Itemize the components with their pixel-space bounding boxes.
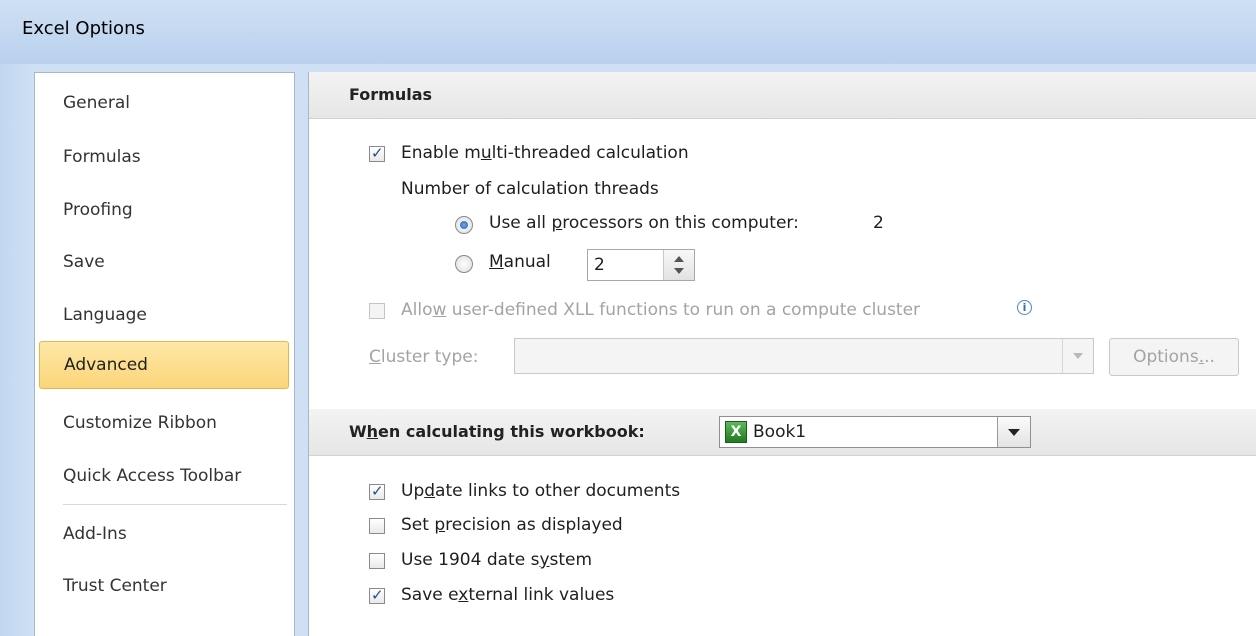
workbook-dropdown-value: Book1: [753, 422, 807, 442]
spinner-buttons[interactable]: [663, 250, 694, 280]
xll-cluster-checkbox[interactable]: [369, 303, 385, 319]
save-external-links-checkbox[interactable]: [369, 586, 385, 604]
advanced-options-panel: Formulas Enable multi-threaded calculati…: [308, 72, 1256, 636]
threads-label: Number of calculation threads: [401, 179, 659, 199]
multithread-label[interactable]: Enable multi-threaded calculation: [401, 143, 689, 163]
multithread-checkbox[interactable]: [369, 144, 385, 162]
cluster-type-label: Cluster type:: [369, 347, 479, 367]
nav-item-save[interactable]: Save: [63, 252, 105, 272]
manual-threads-spinner[interactable]: 2: [587, 249, 695, 281]
precision-as-displayed-checkbox[interactable]: [369, 518, 385, 534]
workbook-dropdown[interactable]: X Book1: [719, 416, 1031, 448]
manual-threads-label[interactable]: Manual: [489, 252, 551, 272]
formulas-section-header: Formulas: [309, 72, 1256, 119]
update-links-label[interactable]: Update links to other documents: [401, 481, 680, 501]
window-title: Excel Options: [22, 18, 145, 39]
title-bar: Excel Options: [0, 0, 1256, 65]
nav-item-language[interactable]: Language: [63, 305, 147, 325]
chevron-down-icon[interactable]: [1062, 339, 1093, 373]
formulas-section-title: Formulas: [349, 85, 433, 104]
nav-item-quick-access-toolbar[interactable]: Quick Access Toolbar: [63, 466, 241, 486]
manual-threads-value[interactable]: 2: [594, 255, 605, 275]
spin-up-icon[interactable]: [674, 256, 684, 262]
window-frame-left: [0, 64, 34, 636]
use-all-processors-radio[interactable]: [455, 216, 473, 234]
info-icon[interactable]: i: [1017, 300, 1032, 315]
nav-item-add-ins[interactable]: Add-Ins: [63, 524, 127, 544]
manual-threads-radio[interactable]: [455, 255, 473, 273]
excel-workbook-icon: X: [725, 421, 747, 443]
cluster-type-dropdown[interactable]: [514, 338, 1094, 374]
update-links-checkbox[interactable]: [369, 482, 385, 500]
spin-down-icon[interactable]: [674, 268, 684, 274]
workbook-section-title: When calculating this workbook:: [349, 422, 645, 441]
processor-count: 2: [873, 213, 884, 233]
dropdown-arrow-icon[interactable]: [997, 417, 1030, 447]
nav-item-formulas[interactable]: Formulas: [63, 147, 141, 167]
save-external-links-label[interactable]: Save external link values: [401, 585, 614, 605]
use-all-processors-label[interactable]: Use all processors on this computer:: [489, 213, 799, 233]
cluster-options-button[interactable]: Options...: [1109, 338, 1239, 376]
nav-item-general[interactable]: General: [63, 93, 130, 113]
nav-divider: [63, 504, 287, 505]
nav-item-proofing[interactable]: Proofing: [63, 200, 133, 220]
nav-item-customize-ribbon[interactable]: Customize Ribbon: [63, 413, 217, 433]
precision-as-displayed-label[interactable]: Set precision as displayed: [401, 515, 623, 535]
date-system-1904-checkbox[interactable]: [369, 553, 385, 569]
options-nav: General Formulas Proofing Save Language …: [34, 72, 295, 636]
nav-item-trust-center[interactable]: Trust Center: [63, 576, 167, 596]
nav-item-advanced[interactable]: Advanced: [39, 341, 289, 389]
window-frame-top: [34, 64, 1256, 72]
date-system-1904-label[interactable]: Use 1904 date system: [401, 550, 592, 570]
pane-gap: [295, 72, 308, 636]
xll-cluster-label[interactable]: Allow user-defined XLL functions to run …: [401, 300, 920, 320]
